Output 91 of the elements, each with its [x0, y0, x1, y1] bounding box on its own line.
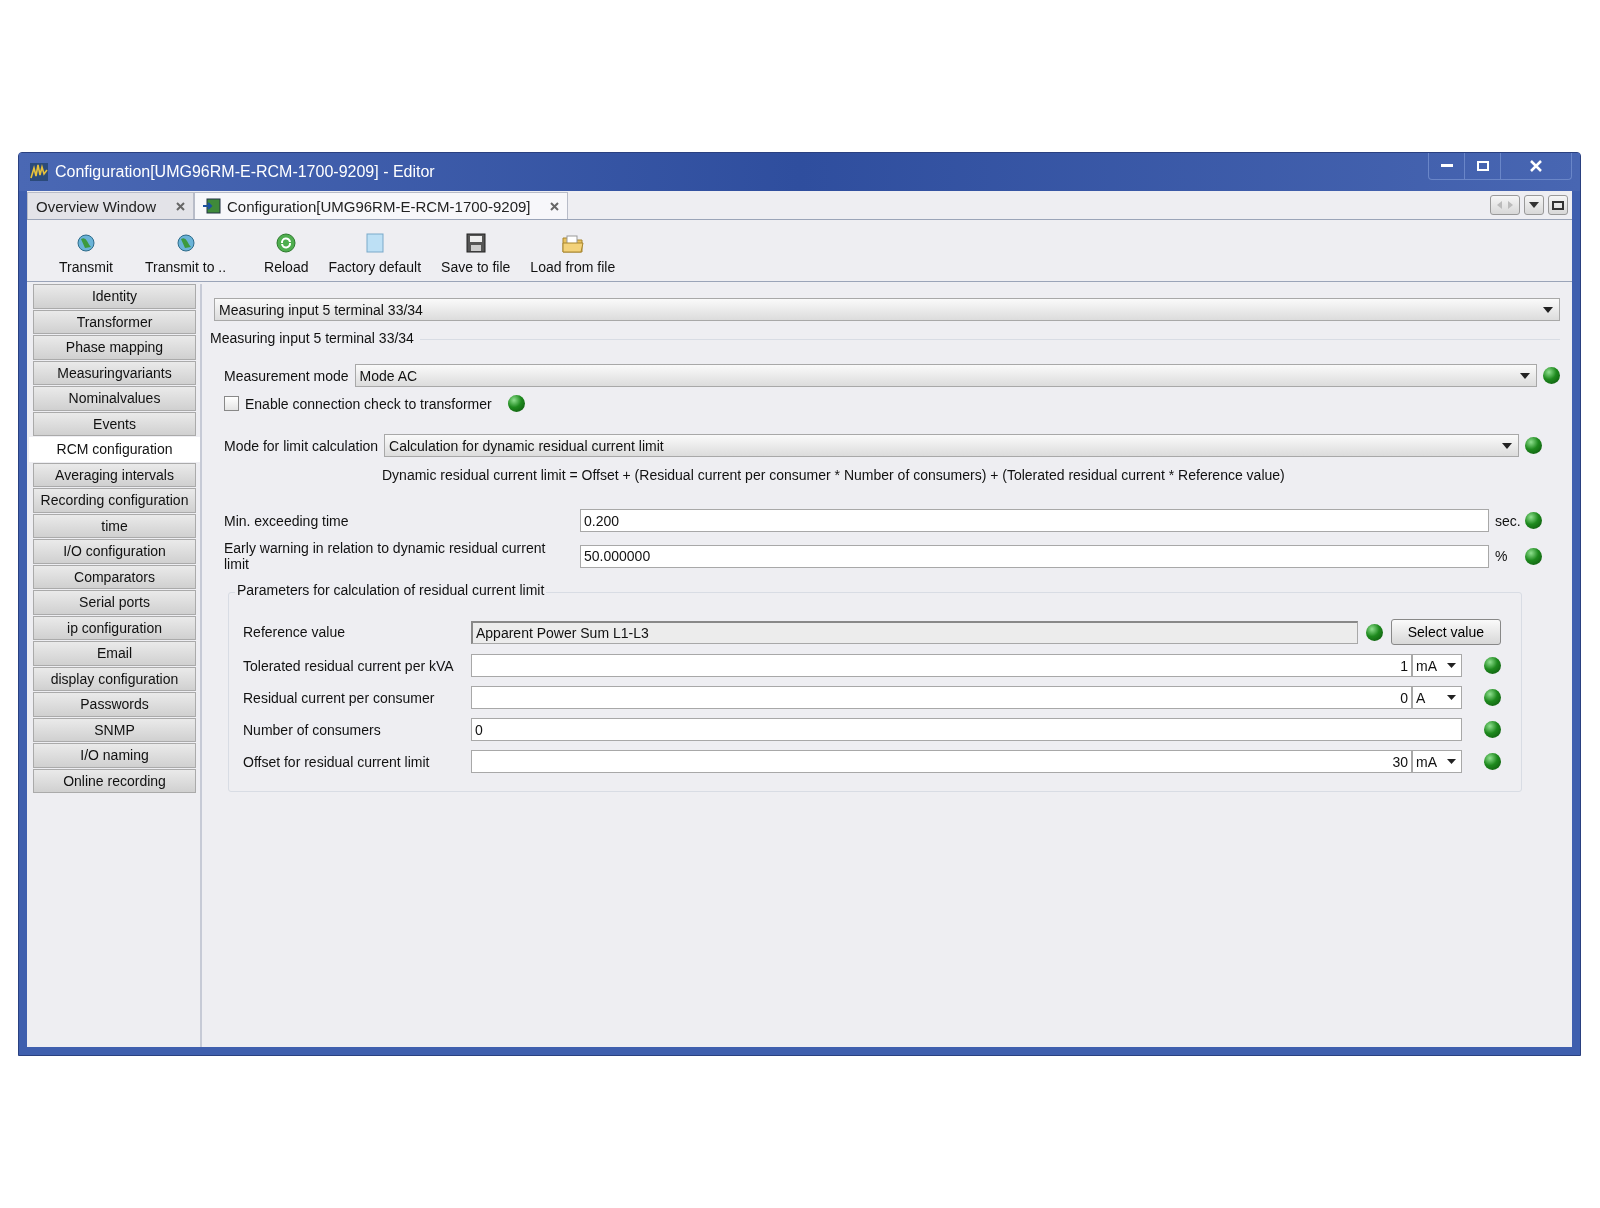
sidebar-item[interactable]: Identity: [33, 284, 196, 309]
document-tab[interactable]: Configuration[UMG96RM-E-RCM-1700-9209]: [194, 192, 569, 219]
caret-icon: [1543, 306, 1553, 313]
status-led-icon: [1525, 547, 1542, 565]
input-field[interactable]: 30: [471, 750, 1412, 773]
field-label: Measurement mode: [224, 367, 349, 384]
status-led-icon: [1484, 689, 1501, 706]
status-led-icon: [1484, 753, 1501, 770]
input-field[interactable]: 0.200: [580, 509, 1489, 532]
unit-dropdown[interactable]: A: [1412, 686, 1462, 709]
close-icon: [1530, 160, 1542, 172]
caret-icon: [1529, 202, 1539, 208]
select-value-button[interactable]: Select value: [1390, 619, 1501, 645]
document-tab[interactable]: Overview Window: [27, 192, 195, 219]
sidebar-item[interactable]: SNMP: [33, 717, 196, 742]
globe-icon: [175, 233, 196, 253]
status-led-icon: [1484, 657, 1501, 674]
sidebar-item[interactable]: Measuringvariants: [33, 360, 196, 385]
toolbar-button[interactable]: Transmit to ..: [134, 233, 237, 275]
toolbar-button[interactable]: Load from file: [520, 235, 626, 275]
field-label: Number of consumers: [243, 721, 382, 738]
formula-text: Dynamic residual current limit = Offset + (Residual current per consumer * Number of consumers) + (Tolerated residual current * Reference value): [382, 467, 1286, 483]
sidebar-item[interactable]: Comparators: [33, 564, 196, 589]
sidebar-item[interactable]: Online recording: [33, 768, 196, 793]
sidebar-item[interactable]: Email: [33, 641, 196, 666]
status-led-icon: [1365, 623, 1383, 641]
unit-dropdown[interactable]: mA: [1412, 654, 1462, 677]
sidebar-item[interactable]: I/O configuration: [33, 539, 196, 564]
toolbar-button[interactable]: Factory default: [318, 233, 432, 275]
status-led-icon: [1525, 512, 1542, 529]
refresh-icon: [276, 233, 297, 253]
maximize-icon: [1476, 161, 1489, 171]
status-led-icon: [1525, 437, 1542, 454]
sidebar-item[interactable]: Events: [33, 411, 196, 436]
field-label: Reference value: [243, 624, 346, 640]
input-field[interactable]: 50.000000: [580, 544, 1489, 568]
toolbar-button[interactable]: Reload: [254, 233, 319, 275]
field-label: Offset for residual current limit: [243, 753, 431, 770]
sidebar-item[interactable]: Recording configuration: [33, 488, 196, 513]
config-icon: [203, 198, 222, 214]
readonly-field: Apparent Power Sum L1-L3: [471, 620, 1358, 644]
group-title: Parameters for calculation of residual current limit: [235, 582, 547, 598]
status-led-icon: [507, 395, 525, 412]
group-title: Measuring input 5 terminal 33/34: [210, 330, 420, 346]
sidebar-item[interactable]: Averaging intervals: [33, 462, 196, 487]
input-field[interactable]: 1: [471, 654, 1412, 677]
window-title: Configuration[UMG96RM-E-RCM-1700-9209] - Editor: [55, 163, 435, 181]
sidebar-item[interactable]: Serial ports: [33, 590, 196, 615]
sidebar-item[interactable]: Nominalvalues: [33, 386, 196, 411]
window-icon: [1552, 200, 1564, 210]
globe-icon: [75, 233, 96, 253]
sidebar-item[interactable]: I/O naming: [33, 743, 196, 768]
sidebar-item[interactable]: Passwords: [33, 692, 196, 717]
app-icon: [29, 162, 49, 182]
status-led-icon: [1543, 367, 1560, 384]
input-field[interactable]: 0: [471, 718, 1462, 741]
blank-page-icon: [365, 233, 384, 253]
toolbar-button[interactable]: Transmit: [49, 233, 123, 275]
close-tab-icon[interactable]: [550, 201, 560, 211]
unit-label: sec.: [1495, 512, 1519, 529]
checkbox-label: Enable connection check to transformer: [245, 395, 492, 412]
field-label: Early warning in relation to dynamic residual current limit: [224, 540, 547, 572]
caret-icon: [1447, 663, 1456, 668]
checkbox[interactable]: [224, 396, 239, 411]
sidebar-item[interactable]: time: [33, 513, 196, 538]
caret-icon: [1502, 442, 1512, 449]
close-tab-icon[interactable]: [176, 201, 186, 211]
caret-icon: [1520, 372, 1530, 379]
unit-label: %: [1495, 548, 1509, 564]
field-label: Min. exceeding time: [224, 512, 350, 529]
sidebar-item[interactable]: Transformer: [33, 309, 196, 334]
sidebar-item[interactable]: ip configuration: [33, 615, 196, 640]
minimize-icon: [1440, 164, 1453, 168]
tab-list-button[interactable]: [1524, 195, 1544, 215]
field-label: Residual current per consumer: [243, 689, 436, 706]
status-led-icon: [1484, 721, 1501, 738]
sidebar-item[interactable]: RCM configuration: [29, 437, 200, 462]
folder-icon: [561, 235, 584, 253]
sidebar-item[interactable]: Phase mapping: [33, 335, 196, 360]
input-field[interactable]: 0: [471, 686, 1412, 709]
toolbar-button[interactable]: Save to file: [431, 233, 521, 275]
field-label: Tolerated residual current per kVA: [243, 657, 455, 674]
mode-dropdown[interactable]: Mode AC: [354, 364, 1537, 387]
caret-icon: [1447, 759, 1456, 764]
caret-icon: [1447, 695, 1456, 700]
limit-mode-dropdown[interactable]: Calculation for dynamic residual current limit: [384, 434, 1519, 457]
sidebar-item[interactable]: display configuration: [33, 666, 196, 691]
restore-button[interactable]: [1548, 195, 1568, 215]
field-label: Mode for limit calculation: [224, 437, 379, 454]
input-dropdown[interactable]: Measuring input 5 terminal 33/34: [214, 298, 1560, 321]
unit-dropdown[interactable]: mA: [1412, 750, 1462, 773]
